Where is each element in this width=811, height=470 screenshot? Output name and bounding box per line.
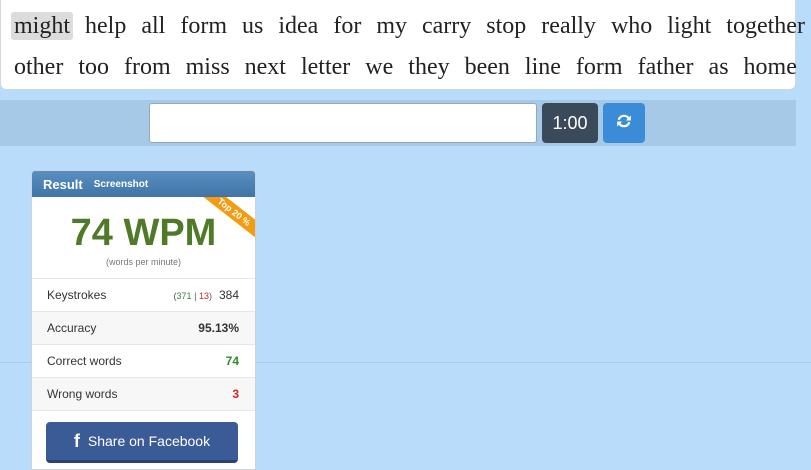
word: my: [376, 13, 407, 39]
accuracy-label: Accuracy: [47, 321, 97, 335]
wpm-caption: (words per minute): [105, 257, 182, 267]
word: light: [667, 13, 712, 39]
keystrokes-correct: 371: [176, 291, 192, 301]
stat-row-wrong-words: Wrong words 3: [32, 377, 255, 410]
result-header: Result Screenshot: [32, 171, 255, 197]
screenshot-link[interactable]: Screenshot: [94, 179, 148, 190]
word: really: [541, 13, 596, 39]
timer-display: 1:00: [542, 103, 598, 143]
share-area: f Share on Facebook: [32, 410, 255, 469]
correct-words-value: 74: [225, 354, 239, 368]
word-line-2: other too from miss next letter we they …: [11, 54, 811, 81]
share-facebook-button[interactable]: f Share on Facebook: [46, 422, 238, 463]
word: together: [726, 13, 805, 39]
wrong-words-label: Wrong words: [47, 387, 118, 401]
stat-row-keystrokes: Keystrokes (371 | 13) 384: [32, 278, 255, 311]
word: letter: [300, 54, 351, 80]
keystrokes-wrong: 13: [198, 291, 209, 301]
stat-row-accuracy: Accuracy 95.13%: [32, 311, 255, 344]
word: miss: [185, 54, 230, 80]
word: as: [708, 54, 729, 80]
accuracy-value: 95.13%: [198, 321, 239, 335]
stat-row-correct-words: Correct words 74: [32, 344, 255, 377]
word: for: [333, 13, 362, 39]
result-title: Result: [43, 176, 83, 192]
wpm-value: 74 WPM: [70, 212, 217, 254]
refresh-icon: [616, 113, 632, 134]
word: other: [14, 54, 64, 80]
word: too: [78, 54, 109, 80]
word: form: [180, 13, 227, 39]
wpm-area: Top 20 % 74 WPM (words per minute): [32, 197, 255, 278]
word: idea: [278, 13, 319, 39]
keystrokes-separator: |: [194, 291, 197, 301]
word: been: [464, 54, 510, 80]
word: next: [244, 54, 286, 80]
result-panel: Result Screenshot Top 20 % 74 WPM (words…: [31, 170, 256, 470]
keystrokes-value: (371 | 13) 384: [174, 288, 239, 302]
word: help: [85, 13, 127, 39]
keystrokes-label: Keystrokes: [47, 288, 107, 302]
word: might: [11, 12, 74, 40]
word: home: [743, 54, 797, 80]
word: we: [365, 54, 394, 80]
correct-words-label: Correct words: [47, 354, 122, 368]
word-line-1: might help all form us idea for my carry…: [11, 12, 808, 40]
word: they: [408, 54, 450, 80]
word: line: [524, 54, 561, 80]
word: stop: [486, 13, 527, 39]
word: form: [575, 54, 623, 80]
keystrokes-total: 384: [218, 288, 239, 302]
keystrokes-detail: (371 | 13): [173, 291, 212, 301]
word: all: [141, 13, 166, 39]
words-display: might help all form us idea for my carry…: [0, 0, 805, 90]
share-facebook-label: Share on Facebook: [87, 433, 211, 449]
word: us: [242, 13, 264, 39]
word: from: [123, 54, 171, 80]
input-row: 1:00: [0, 100, 796, 146]
reload-button[interactable]: [603, 103, 645, 143]
word: who: [610, 13, 653, 39]
wrong-words-value: 3: [232, 387, 239, 401]
facebook-icon: f: [73, 430, 80, 451]
word: carry: [421, 13, 472, 39]
word: father: [637, 54, 694, 80]
typing-input[interactable]: [149, 103, 537, 143]
